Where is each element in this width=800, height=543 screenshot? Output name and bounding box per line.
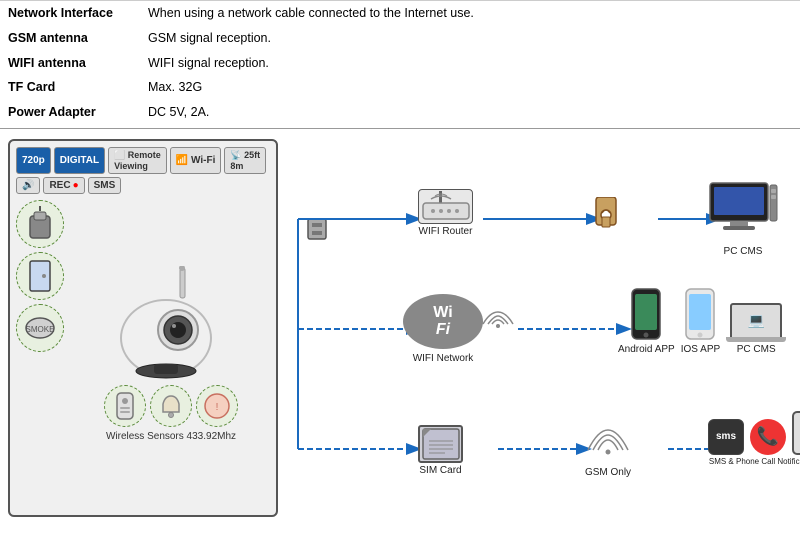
laptop-base [726,337,786,342]
sensor-motion: ! [196,385,238,427]
viber-icon: 📱 [792,411,800,455]
sim-card-label: SIM Card [419,465,461,476]
spec-label-2: WIFI antenna [0,51,140,76]
wifi-network-label: WIFI Network [413,353,474,364]
spec-label-4: Power Adapter [0,100,140,128]
spec-label-3: TF Card [0,75,140,100]
sim-card-node: SIM Card [418,425,463,476]
spec-value-0: When using a network cable connected to … [140,1,800,26]
sensor-door [16,252,64,300]
camera-center: ! Wireless Sensors 433.92Mhz [72,200,270,509]
spec-value-4: DC 5V, 2A. [140,100,800,128]
cam-wireless-label: Wireless Sensors 433.92Mhz [106,431,236,442]
camera-buttons: 720p DIGITAL ⬜ RemoteViewing 📶 Wi-Fi 📡 2… [16,147,270,194]
pc-cms-top-label: PC CMS [724,246,763,257]
camera-panel: 720p DIGITAL ⬜ RemoteViewing 📶 Wi-Fi 📡 2… [8,139,278,517]
btn-wifi[interactable]: 📶 Wi-Fi [170,147,222,174]
no-call-device: 📞 [750,419,786,455]
gsm-only-node: GSM Only [583,425,633,478]
sensor-smoke: SMOKE [16,304,64,352]
router-icon [418,189,473,224]
spec-value-1: GSM signal reception. [140,26,800,51]
sms-icon: sms [708,419,744,455]
sensors-bottom: ! [104,385,238,427]
apps-devices: Android APP IOS APP 💻 PC CMS [618,287,786,355]
btn-rec[interactable]: REC ● [43,177,84,194]
ios-device: IOS APP [681,287,720,355]
spec-value-3: Max. 32G [140,75,800,100]
monitor-icon [708,181,778,244]
btn-remote[interactable]: ⬜ RemoteViewing [108,147,167,174]
sensor-pir [16,200,64,248]
btn-720p[interactable]: 720p [16,147,51,174]
gsm-only-label: GSM Only [585,467,631,478]
pc-cms-bottom-label: PC CMS [737,344,776,355]
crossed-phone-icon: 📞 [750,419,786,455]
apps-group: Android APP IOS APP 💻 PC CMS [618,287,786,355]
laptop-icon: 💻 [730,303,782,337]
pc-cms-top-node: PC CMS [708,181,778,257]
spec-label-1: GSM antenna [0,26,140,51]
btn-digital[interactable]: DIGITAL [54,147,105,174]
android-label: Android APP [618,344,675,355]
btn-sms[interactable]: SMS [88,177,122,194]
sensor-remote1 [104,385,146,427]
spec-value-2: WIFI signal reception. [140,51,800,76]
wifi-router-label: WIFI Router [419,226,473,237]
sms-box-device: sms [708,419,744,455]
sms-label: SMS & Phone Call Notification. [709,457,800,466]
spec-label-0: Network Interface [0,1,140,26]
specs-section: Network InterfaceWhen using a network ca… [0,0,800,129]
diagram-right: WIFI Router [288,139,792,517]
specs-table: Network InterfaceWhen using a network ca… [0,0,800,129]
diagram-section: 720p DIGITAL ⬜ RemoteViewing 📶 Wi-Fi 📡 2… [0,133,800,523]
wifi-logo: Wi Fi [403,294,483,349]
sensor-bell [150,385,192,427]
simcard-icon [418,425,463,463]
btn-range[interactable]: 📡 25ft8m [224,147,266,174]
sms-devices: sms 📞 📱 [708,411,800,455]
android-device: Android APP [618,287,675,355]
wifi-router-node: WIFI Router [418,189,473,237]
sms-notification-group: sms 📞 📱 SMS & Phone Call Notification. [708,411,800,466]
camera-main-area: SMOKE [16,200,270,509]
ios-label: IOS APP [681,344,720,355]
viber-device: 📱 [792,411,800,455]
wifi-network-node: Wi Fi WIFI Network [403,294,483,364]
btn-speaker[interactable]: 🔊 [16,177,40,194]
sensors-left: SMOKE [16,200,68,509]
usb-connector-top [588,197,624,233]
pc-cms-bottom-device: 💻 PC CMS [726,303,786,355]
svg-text:!: ! [216,402,219,413]
svg-text:SMOKE: SMOKE [26,325,55,334]
